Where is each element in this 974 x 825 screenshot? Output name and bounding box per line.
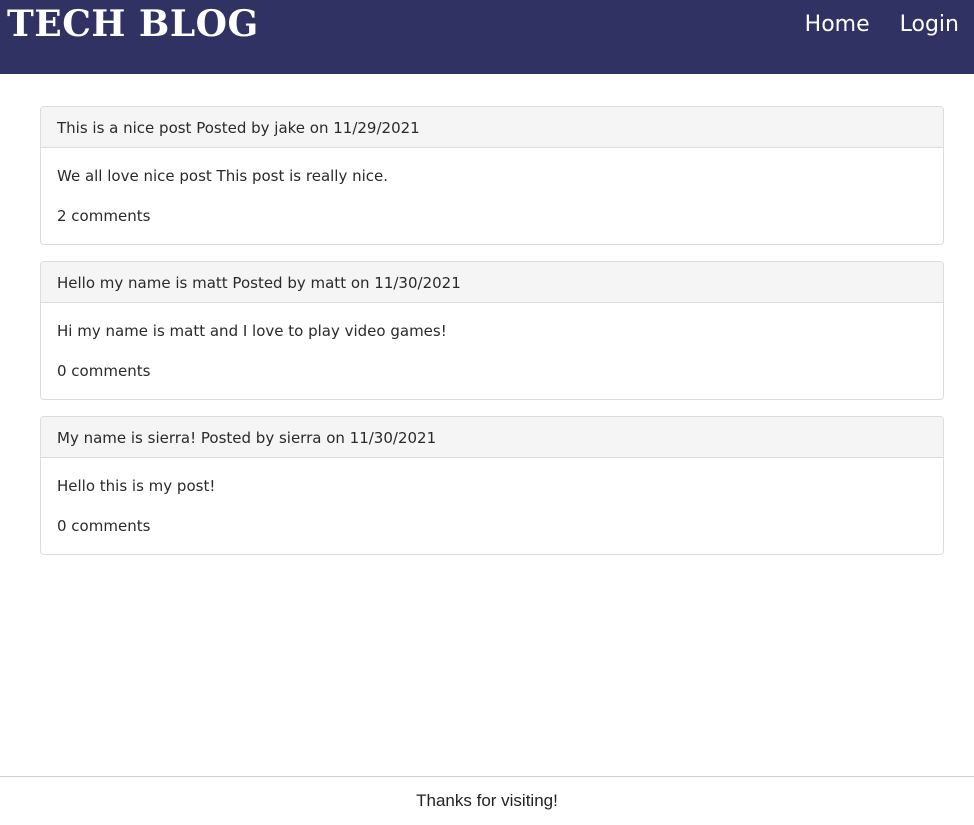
post-content: Hi my name is matt and I love to play vi… <box>57 322 447 340</box>
post-content: Hello this is my post! <box>57 477 216 495</box>
site-footer: Thanks for visiting! <box>0 776 974 819</box>
post-content: We all love nice post This post is reall… <box>57 167 389 185</box>
post-header[interactable]: My name is sierra! Posted by sierra on 1… <box>41 417 943 458</box>
nav-home-link[interactable]: Home <box>805 10 870 40</box>
post-body: Hello this is my post! 0 comments <box>41 458 943 554</box>
site-logo[interactable]: TECH BLOG <box>7 2 259 46</box>
post-card: This is a nice post Posted by jake on 11… <box>40 106 944 245</box>
site-header: TECH BLOG Home Login <box>0 0 974 74</box>
comments-link[interactable]: 0 comments <box>57 517 150 535</box>
comments-link[interactable]: 0 comments <box>57 362 150 380</box>
post-header[interactable]: Hello my name is matt Posted by matt on … <box>41 262 943 303</box>
post-header[interactable]: This is a nice post Posted by jake on 11… <box>41 107 943 148</box>
post-card: Hello my name is matt Posted by matt on … <box>40 261 944 400</box>
comments-link[interactable]: 2 comments <box>57 207 150 225</box>
post-list: This is a nice post Posted by jake on 11… <box>40 106 944 571</box>
main-nav: Home Login <box>805 10 959 40</box>
footer-text: Thanks for visiting! <box>416 791 558 810</box>
post-body: Hi my name is matt and I love to play vi… <box>41 303 943 399</box>
post-body: We all love nice post This post is reall… <box>41 148 943 244</box>
post-card: My name is sierra! Posted by sierra on 1… <box>40 416 944 555</box>
nav-login-link[interactable]: Login <box>900 10 959 40</box>
